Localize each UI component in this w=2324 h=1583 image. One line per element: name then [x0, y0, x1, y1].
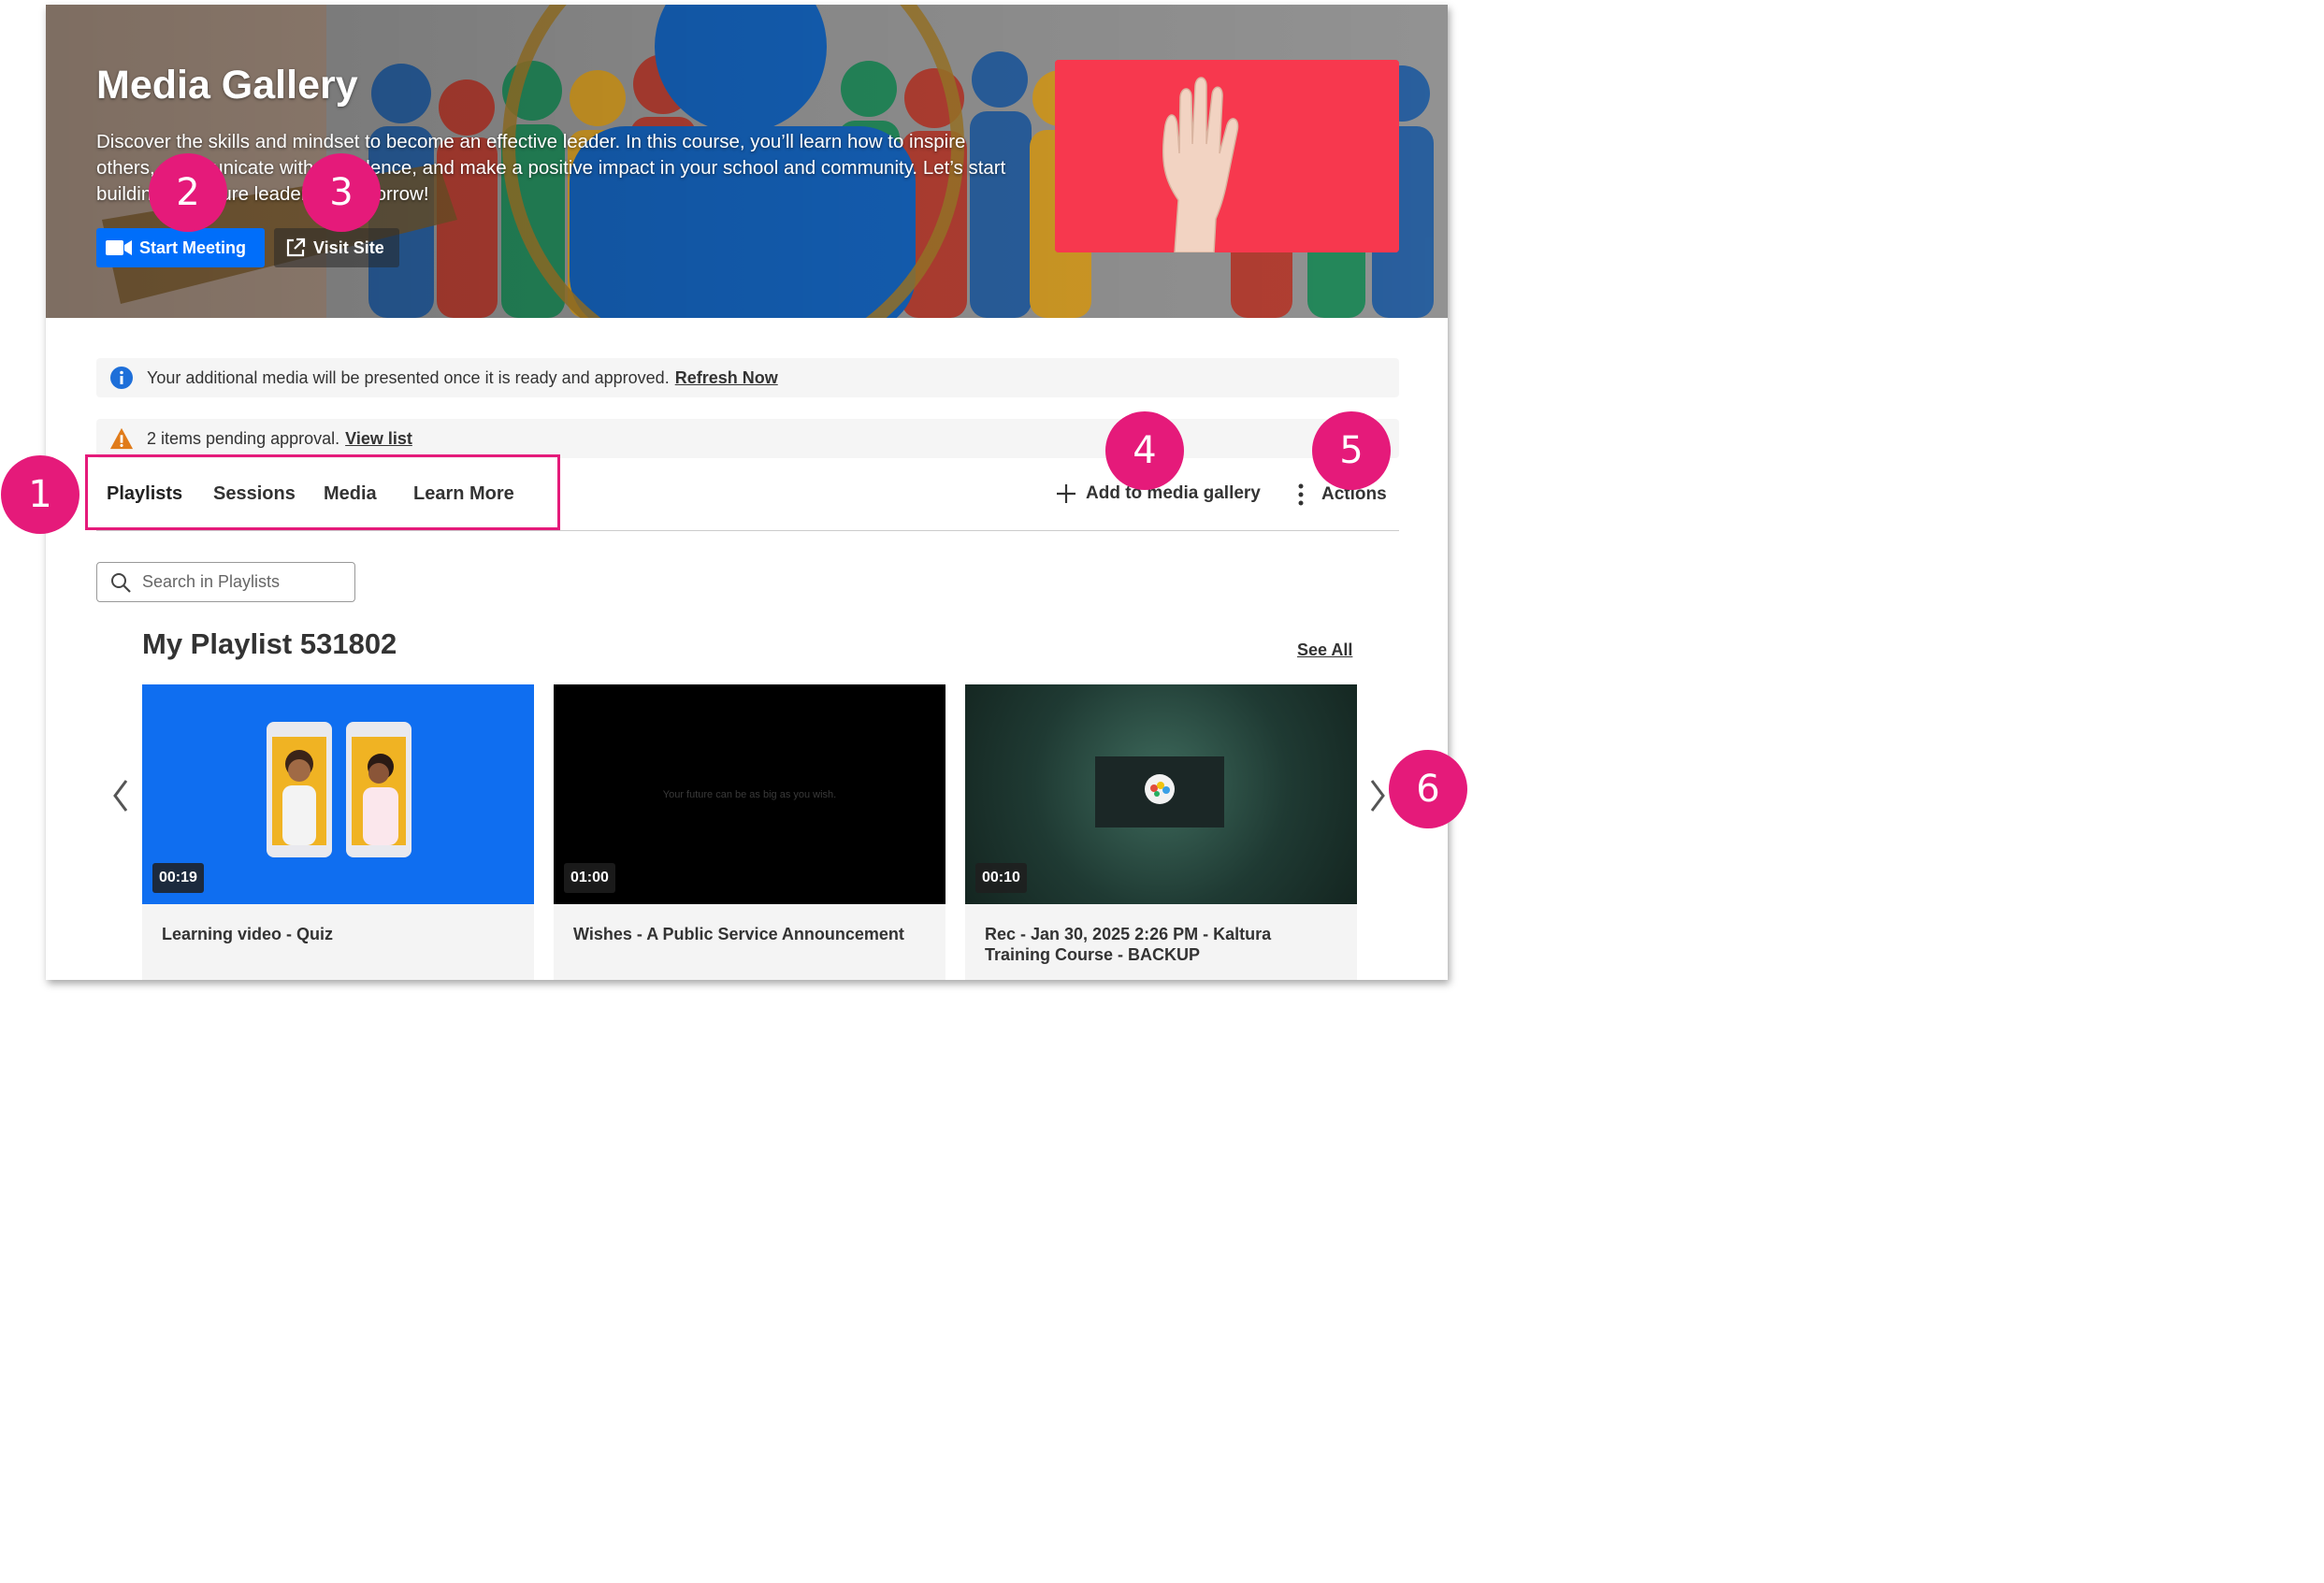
hero-thumbnail [1055, 60, 1399, 252]
callout-4: 4 [1105, 411, 1184, 490]
playlist-card[interactable]: 00:10 Rec - Jan 30, 2025 2:26 PM - Kaltu… [965, 684, 1357, 980]
see-all-link[interactable]: See All [1297, 640, 1352, 660]
tabs-highlight-box [85, 454, 560, 530]
playlist-search [96, 562, 355, 602]
callout-1: 1 [1, 455, 79, 534]
view-list-link[interactable]: View list [345, 429, 412, 449]
video-camera-icon [106, 239, 132, 256]
info-alert: Your additional media will be presented … [96, 358, 1399, 397]
thumbnail-caption: Your future can be as big as you wish. [662, 788, 837, 800]
hero-description: Discover the skills and mindset to becom… [96, 131, 1006, 205]
card-title: Wishes - A Public Service Announcement [573, 925, 904, 943]
start-meeting-label: Start Meeting [139, 237, 247, 257]
card-title: Learning video - Quiz [162, 925, 334, 943]
carousel-prev-button[interactable] [108, 775, 134, 816]
search-input[interactable] [140, 571, 331, 593]
duration-badge: 00:10 [975, 863, 1027, 893]
callout-2: 2 [149, 153, 227, 232]
tabs-divider [96, 530, 1399, 531]
info-icon [109, 366, 134, 390]
warning-alert: 2 items pending approval. View list [96, 419, 1399, 458]
page-title: Media Gallery [96, 63, 358, 108]
duration-badge: 00:19 [152, 863, 204, 893]
add-to-media-gallery-label: Add to media gallery [1086, 483, 1261, 503]
playlist-card[interactable]: 00:19 Learning video - Quiz [142, 684, 534, 980]
chevron-right-icon [1370, 780, 1385, 812]
refresh-now-link[interactable]: Refresh Now [675, 368, 778, 388]
warning-icon [109, 426, 134, 451]
chevron-left-icon [113, 780, 128, 812]
callout-3: 3 [302, 153, 381, 232]
card-title: Rec - Jan 30, 2025 2:26 PM - Kaltura Tra… [985, 925, 1272, 964]
hero-banner: Media Gallery Discover the skills and mi… [46, 5, 1448, 318]
playlist-card[interactable]: Your future can be as big as you wish. 0… [554, 684, 945, 980]
info-alert-text: Your additional media will be presented … [147, 367, 670, 387]
start-meeting-button[interactable]: Start Meeting [96, 228, 265, 267]
callout-6: 6 [1389, 750, 1467, 828]
carousel-next-button[interactable] [1364, 775, 1391, 816]
visit-site-button[interactable]: Visit Site [274, 228, 399, 267]
vertical-dots-icon [1297, 483, 1305, 506]
search-icon [110, 572, 131, 593]
plus-icon [1056, 483, 1076, 504]
duration-badge: 01:00 [564, 863, 615, 893]
external-link-icon [285, 237, 306, 258]
raised-hand-image [1055, 60, 1399, 252]
callout-5: 5 [1312, 411, 1391, 490]
warning-alert-text: 2 items pending approval. [147, 428, 340, 448]
visit-site-label: Visit Site [313, 237, 384, 257]
playlist-title: My Playlist 531802 [142, 627, 397, 660]
